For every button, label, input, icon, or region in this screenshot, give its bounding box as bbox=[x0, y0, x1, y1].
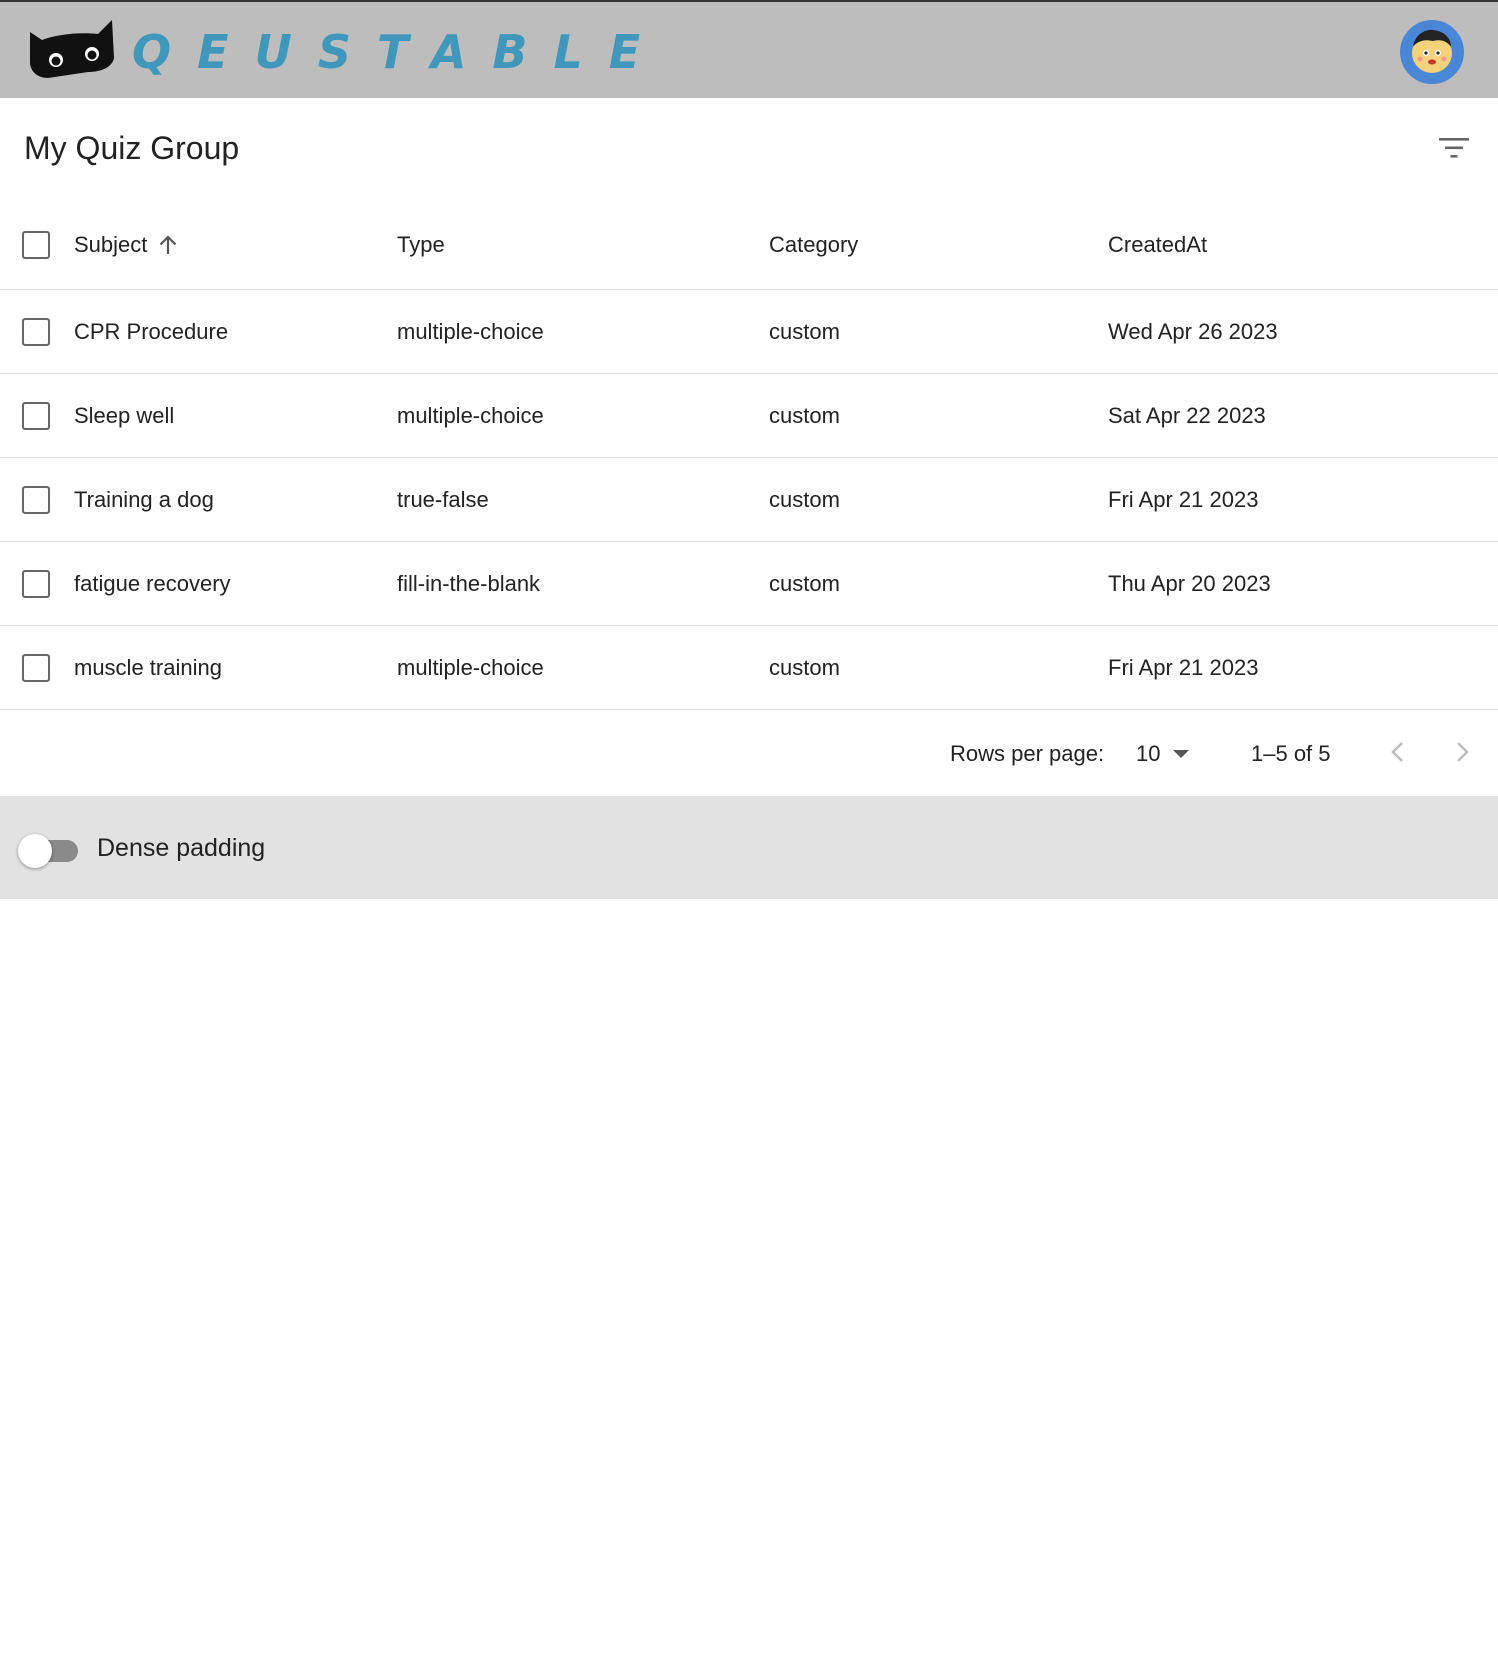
table-row[interactable]: Sleep well multiple-choice custom Sat Ap… bbox=[0, 374, 1498, 458]
table-row[interactable]: muscle training multiple-choice custom F… bbox=[0, 626, 1498, 710]
quiz-table-card: My Quiz Group Subject Type Category Crea… bbox=[0, 98, 1498, 796]
cell-category: custom bbox=[769, 570, 840, 596]
cell-category: custom bbox=[769, 318, 840, 344]
cell-subject: Sleep well bbox=[74, 402, 175, 428]
table-pagination: Rows per page: 10 1–5 of 5 bbox=[0, 712, 1498, 796]
table-row[interactable]: CPR Procedure multiple-choice custom Wed… bbox=[0, 290, 1498, 374]
rows-per-page-label: Rows per page: bbox=[950, 741, 1105, 766]
cell-type: multiple-choice bbox=[397, 402, 544, 428]
cell-type: true-false bbox=[397, 486, 489, 512]
next-page-button[interactable] bbox=[1444, 736, 1480, 772]
cell-createdat: Wed Apr 26 2023 bbox=[1108, 318, 1278, 344]
app-logo[interactable]: QEUSTABLE bbox=[28, 18, 666, 85]
row-checkbox[interactable] bbox=[22, 569, 50, 598]
user-avatar-icon bbox=[1407, 25, 1457, 80]
table-row[interactable]: Training a dog true-false custom Fri Apr… bbox=[0, 458, 1498, 542]
dropdown-arrow-icon bbox=[1172, 749, 1190, 759]
table-header-row: Subject Type Category CreatedAt bbox=[0, 200, 1498, 290]
cell-type: multiple-choice bbox=[397, 654, 544, 680]
table-row[interactable]: fatigue recovery fill-in-the-blank custo… bbox=[0, 542, 1498, 626]
cell-category: custom bbox=[769, 654, 840, 680]
select-all-checkbox[interactable] bbox=[22, 230, 50, 259]
column-header-subject[interactable]: Subject bbox=[74, 200, 179, 289]
cell-category: custom bbox=[769, 402, 840, 428]
chevron-left-icon bbox=[1390, 741, 1406, 768]
dense-padding-switch[interactable] bbox=[18, 834, 78, 868]
cell-subject: Training a dog bbox=[74, 486, 214, 512]
filter-button[interactable] bbox=[1436, 132, 1472, 168]
row-checkbox[interactable] bbox=[22, 485, 50, 514]
logo-text: QEUSTABLE bbox=[132, 24, 667, 79]
cell-subject: CPR Procedure bbox=[74, 318, 229, 344]
sort-ascending-icon bbox=[157, 234, 179, 256]
cell-createdat: Fri Apr 21 2023 bbox=[1108, 654, 1259, 680]
rows-per-page-select[interactable]: 10 bbox=[1136, 712, 1190, 796]
column-header-category[interactable]: Category bbox=[769, 200, 858, 289]
cell-type: fill-in-the-blank bbox=[397, 570, 541, 596]
chevron-right-icon bbox=[1454, 741, 1470, 768]
row-checkbox[interactable] bbox=[22, 317, 50, 346]
filter-list-icon bbox=[1439, 136, 1469, 165]
previous-page-button[interactable] bbox=[1380, 736, 1416, 772]
cell-createdat: Sat Apr 22 2023 bbox=[1108, 402, 1266, 428]
cell-subject: muscle training bbox=[74, 654, 222, 680]
pagination-range: 1–5 of 5 bbox=[1251, 741, 1331, 766]
user-avatar[interactable] bbox=[1400, 20, 1464, 84]
table-title: My Quiz Group bbox=[24, 130, 240, 166]
cell-type: multiple-choice bbox=[397, 318, 544, 344]
row-checkbox[interactable] bbox=[22, 653, 50, 682]
cat-icon bbox=[28, 18, 116, 85]
dense-padding-label: Dense padding bbox=[97, 833, 266, 862]
column-header-type[interactable]: Type bbox=[397, 200, 445, 289]
cell-createdat: Thu Apr 20 2023 bbox=[1108, 570, 1271, 596]
cell-category: custom bbox=[769, 486, 840, 512]
switch-thumb bbox=[18, 834, 52, 868]
row-checkbox[interactable] bbox=[22, 401, 50, 430]
cell-createdat: Fri Apr 21 2023 bbox=[1108, 486, 1259, 512]
cell-subject: fatigue recovery bbox=[74, 570, 231, 596]
dense-padding-bar: Dense padding bbox=[0, 796, 1498, 899]
app-bar: QEUSTABLE bbox=[0, 0, 1498, 98]
column-header-createdat[interactable]: CreatedAt bbox=[1108, 200, 1207, 289]
